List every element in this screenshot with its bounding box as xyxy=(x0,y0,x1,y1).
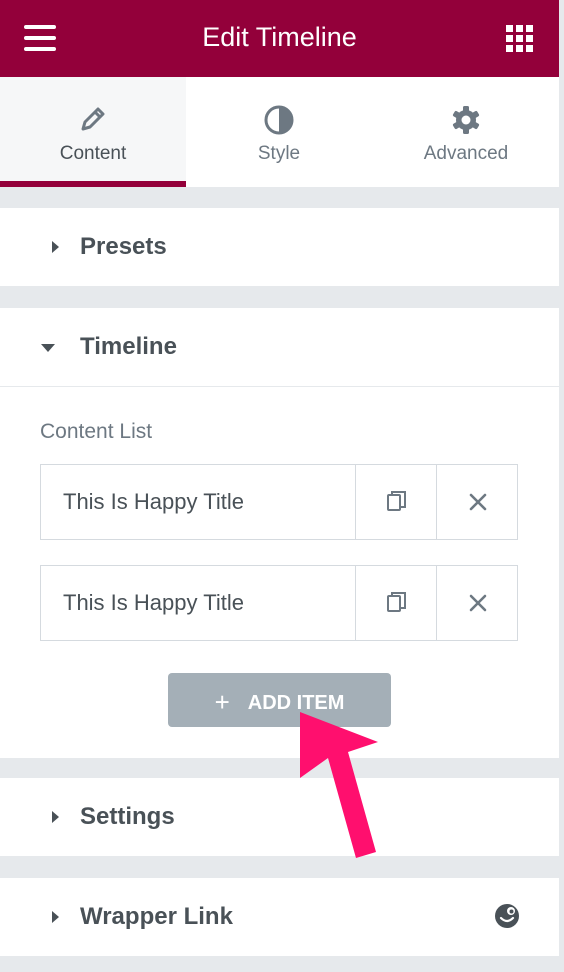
tab-style[interactable]: Style xyxy=(186,77,372,187)
close-icon xyxy=(469,594,486,612)
section-presets-title: Presets xyxy=(80,233,167,260)
copy-icon xyxy=(386,491,406,511)
widgets-grid-icon[interactable] xyxy=(506,25,533,52)
section-wrapper-link-title: Wrapper Link xyxy=(80,903,233,930)
section-timeline-title: Timeline xyxy=(80,333,177,360)
caret-down-icon xyxy=(41,344,55,352)
plus-icon: + xyxy=(214,687,230,717)
section-presets: Presets xyxy=(0,208,559,286)
remove-button[interactable] xyxy=(436,566,518,640)
tab-style-label: Style xyxy=(257,143,301,164)
add-item-label: ADD ITEM xyxy=(247,692,345,714)
contrast-icon xyxy=(264,105,294,135)
section-settings: Settings xyxy=(0,778,559,856)
panel-title: Edit Timeline xyxy=(202,22,357,52)
duplicate-button[interactable] xyxy=(355,465,437,539)
section-timeline-header[interactable]: Timeline xyxy=(0,308,559,387)
section-settings-title: Settings xyxy=(80,803,175,830)
copy-icon xyxy=(386,592,406,612)
remove-button[interactable] xyxy=(436,465,518,539)
section-wrapper-link-header[interactable]: Wrapper Link xyxy=(0,878,559,956)
tab-advanced-label: Advanced xyxy=(423,143,509,164)
content-list-label: Content List xyxy=(40,420,153,443)
tab-content[interactable]: Content xyxy=(0,77,186,187)
add-item-button[interactable]: + ADD ITEM xyxy=(168,673,391,727)
caret-right-icon xyxy=(52,241,59,253)
panel-tabs: Content Style Advanced xyxy=(0,77,559,187)
repeater-item: This Is Happy Title xyxy=(40,464,518,540)
tab-advanced[interactable]: Advanced xyxy=(373,77,559,187)
happy-addons-icon[interactable] xyxy=(494,903,520,929)
active-tab-indicator xyxy=(0,181,186,187)
repeater-item: This Is Happy Title xyxy=(40,565,518,641)
section-settings-header[interactable]: Settings xyxy=(0,778,559,856)
close-icon xyxy=(469,493,486,511)
caret-right-icon xyxy=(52,811,59,823)
pencil-icon xyxy=(81,107,105,131)
repeater-item-title[interactable]: This Is Happy Title xyxy=(63,465,244,539)
section-wrapper-link: Wrapper Link xyxy=(0,878,559,956)
duplicate-button[interactable] xyxy=(355,566,437,640)
repeater-item-title[interactable]: This Is Happy Title xyxy=(63,566,244,640)
panel-header: Edit Timeline xyxy=(0,0,559,77)
section-presets-header[interactable]: Presets xyxy=(0,208,559,286)
gear-icon xyxy=(452,106,480,134)
tab-content-label: Content xyxy=(59,143,127,164)
caret-right-icon xyxy=(52,911,59,923)
